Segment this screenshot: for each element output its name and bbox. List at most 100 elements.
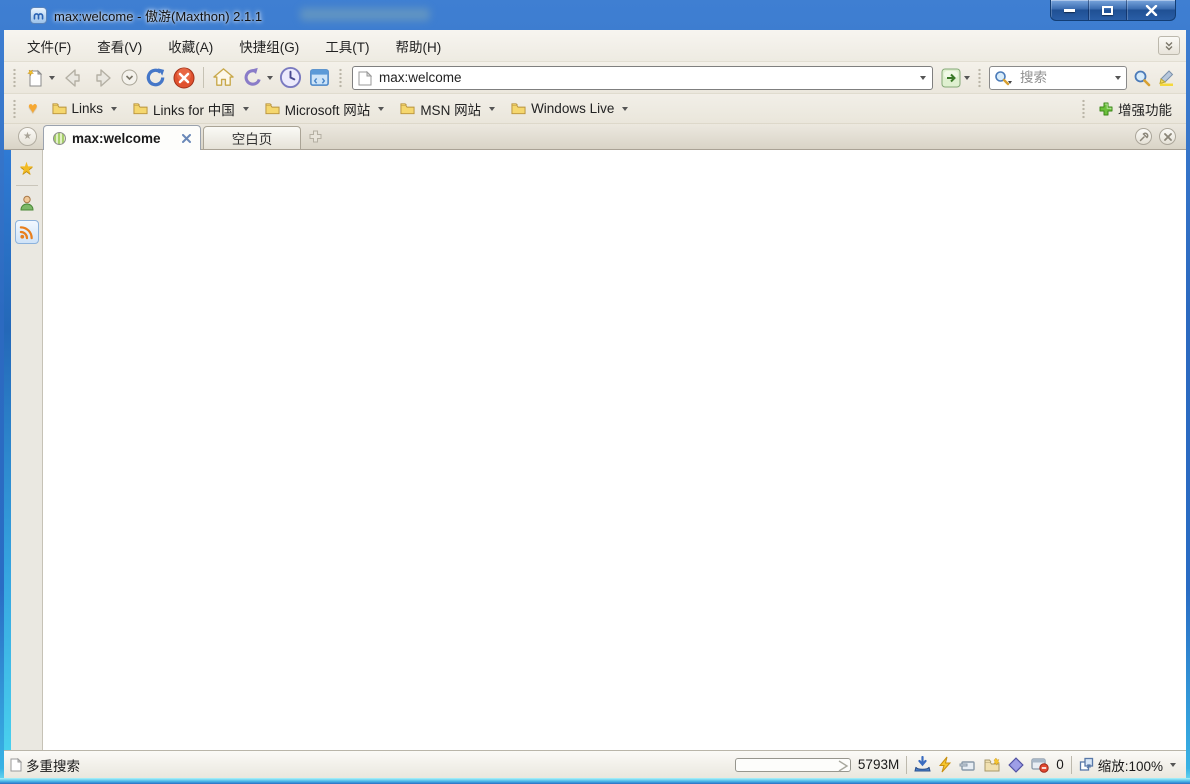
tab-close-icon[interactable] (182, 134, 191, 143)
main-toolbar (4, 62, 1186, 94)
browser-window-icon (308, 66, 331, 89)
link-item-label: MSN 网站 (420, 99, 481, 119)
link-item-label: Microsoft 网站 (285, 99, 371, 119)
history-dropdown-button[interactable] (119, 67, 140, 88)
menu-item-tools[interactable]: 工具(T) (314, 32, 380, 60)
go-arrow-icon (941, 68, 961, 88)
link-item-microsoft[interactable]: Microsoft 网站 (259, 96, 391, 122)
minimize-button[interactable] (1051, 0, 1089, 20)
new-tab-button[interactable] (306, 128, 324, 146)
sidebar-favorites-button[interactable]: ★ (19, 160, 34, 177)
link-item-windows-live[interactable]: Windows Live (505, 98, 634, 119)
dropdown-circle-icon (121, 69, 138, 86)
menu-item-help[interactable]: 帮助(H) (385, 32, 453, 60)
tab-max-welcome[interactable]: max:welcome (43, 125, 201, 150)
tab-list-star-icon: ★ (23, 132, 32, 142)
sidebar-rss-button[interactable] (15, 220, 39, 244)
addons-button[interactable]: 增强功能 (1093, 96, 1178, 122)
home-icon (212, 66, 235, 89)
history-button[interactable] (277, 64, 304, 91)
page-content[interactable] (42, 150, 1186, 750)
filter-diamond-button[interactable] (1008, 757, 1024, 773)
go-button[interactable] (939, 66, 972, 90)
go-dropdown-caret (964, 76, 970, 80)
status-bar: 多重搜索 5793M (4, 750, 1186, 778)
window-controls (1050, 0, 1176, 21)
favorites-heart-icon[interactable]: ♥ (28, 100, 38, 118)
menu-item-favorites[interactable]: 收藏(A) (157, 32, 224, 60)
link-item-links[interactable]: Links (46, 98, 124, 119)
addons-grip[interactable] (1081, 99, 1086, 119)
links-bar-grip[interactable] (12, 99, 17, 119)
highlighter-button[interactable] (1155, 66, 1178, 89)
tab-blank-page[interactable]: 空白页 (203, 126, 301, 149)
tab-close-all-button[interactable] (1159, 128, 1176, 145)
toolbar-separator (203, 67, 204, 88)
page-icon (358, 71, 372, 86)
toolbar-grip[interactable] (12, 68, 17, 88)
forward-button[interactable] (89, 64, 117, 92)
multi-search-label[interactable]: 多重搜索 (26, 755, 80, 775)
tab-list-button[interactable]: ★ (18, 127, 37, 146)
browser-chrome: 文件(F) 查看(V) 收藏(A) 快捷组(G) 工具(T) 帮助(H) (4, 30, 1186, 778)
link-dropdown-caret (243, 107, 249, 111)
link-dropdown-caret (489, 107, 495, 111)
new-tab-toolbar-button[interactable] (22, 65, 57, 91)
wrench-icon (1139, 132, 1149, 142)
sidebar-contacts-button[interactable] (18, 194, 36, 212)
sidebar: ★ (11, 150, 42, 750)
link-item-links-for-china[interactable]: Links for 中国 (127, 96, 255, 122)
tab-tools-button[interactable] (1135, 128, 1152, 145)
back-arrow-icon (61, 66, 85, 90)
back-button[interactable] (59, 64, 87, 92)
home-button[interactable] (210, 64, 237, 91)
link-item-msn[interactable]: MSN 网站 (394, 96, 501, 122)
menu-item-view[interactable]: 查看(V) (86, 32, 153, 60)
new-tab-plus-icon (309, 130, 322, 143)
folder-icon (265, 102, 280, 115)
collector-folder-button[interactable] (983, 757, 1001, 772)
address-dropdown-caret[interactable] (920, 76, 926, 80)
window-bottom-border (0, 778, 1190, 784)
addons-label: 增强功能 (1118, 99, 1172, 119)
window-title: max:welcome - 傲游(Maxthon) 2.1.1 (54, 6, 262, 25)
close-button[interactable] (1127, 0, 1175, 20)
turbo-lightning-button[interactable] (938, 756, 952, 773)
address-input[interactable] (352, 66, 933, 90)
search-dropdown-caret[interactable] (1115, 76, 1121, 80)
tab-label: 空白页 (232, 128, 273, 148)
ad-blocker-button[interactable] (1031, 757, 1049, 773)
undo-dropdown-caret (267, 76, 273, 80)
refresh-button[interactable] (142, 64, 169, 91)
folder-icon (400, 102, 415, 115)
status-page-icon (10, 758, 22, 772)
link-item-label: Links (72, 101, 104, 116)
zoom-control[interactable]: 缩放:100% (1079, 755, 1176, 775)
main-area: ★ (4, 150, 1186, 750)
titlebar-glass-reflection (300, 8, 430, 21)
search-bar-grip[interactable] (977, 68, 982, 88)
menu-item-groups[interactable]: 快捷组(G) (228, 32, 310, 60)
tab-bar: ★ max:welcome 空白页 (4, 124, 1186, 150)
status-separator (906, 756, 907, 774)
search-engine-caret (1008, 81, 1012, 84)
link-dropdown-caret (622, 107, 628, 111)
window-panel-button[interactable] (306, 64, 333, 91)
maxthon-logo-icon (30, 7, 47, 24)
blocked-count: 0 (1056, 757, 1064, 772)
tab-favicon-icon (53, 132, 66, 145)
undo-button[interactable] (239, 64, 275, 91)
menu-overflow-button[interactable] (1158, 36, 1180, 55)
popup-window-button[interactable] (959, 757, 976, 772)
zoom-resize-icon (1079, 757, 1094, 772)
memory-usage: 5793M (858, 757, 899, 772)
stop-button[interactable] (171, 65, 197, 91)
address-bar-grip[interactable] (338, 68, 343, 88)
progress-arrow-icon (837, 760, 849, 772)
menu-item-file[interactable]: 文件(F) (16, 32, 82, 60)
search-go-button[interactable] (1131, 67, 1153, 89)
new-page-icon (24, 67, 46, 89)
title-bar[interactable]: max:welcome - 傲游(Maxthon) 2.1.1 (0, 0, 1190, 30)
maximize-button[interactable] (1089, 0, 1127, 20)
download-button[interactable] (914, 756, 931, 773)
